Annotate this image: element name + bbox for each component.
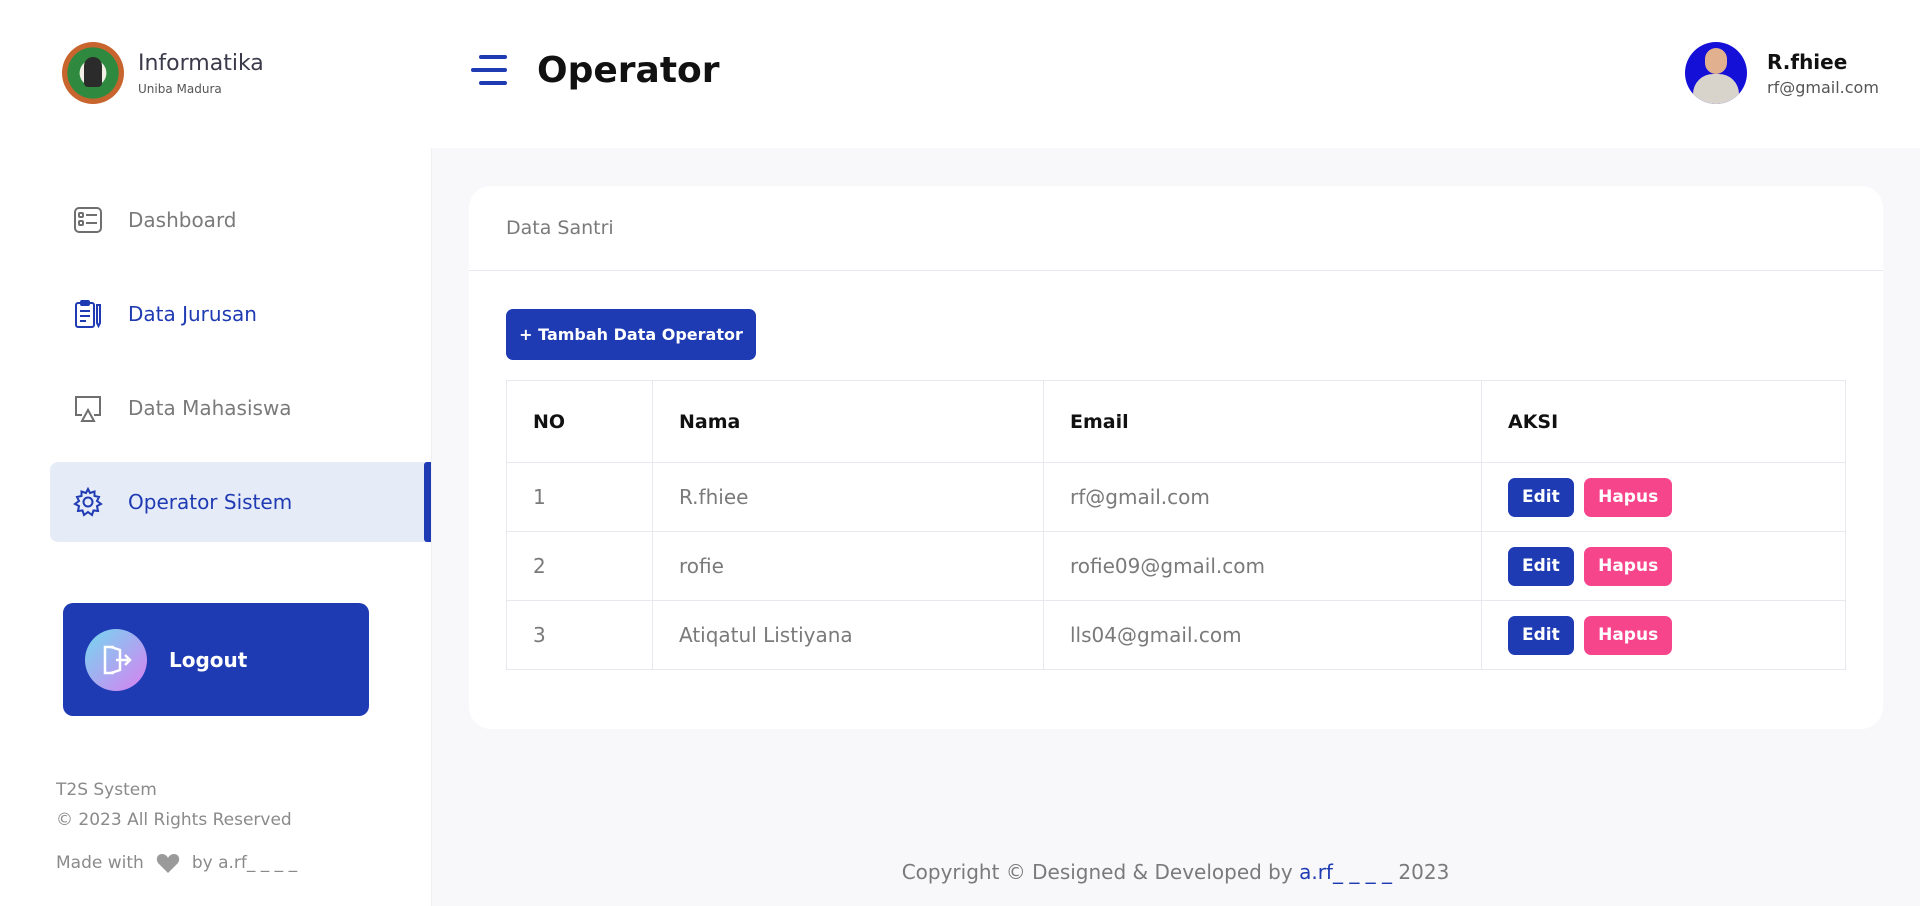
sidebar-menu: Dashboard Data Jurusan Data Mahasiswa Op…	[50, 180, 431, 556]
logout-button[interactable]: Logout	[63, 603, 369, 716]
avatar	[1685, 42, 1747, 104]
data-card: Data Santri + Tambah Data Operator NO Na…	[469, 186, 1883, 729]
cell-nama: R.fhiee	[652, 462, 1044, 532]
cell-no: 1	[506, 462, 653, 532]
user-profile[interactable]: R.fhiee rf@gmail.com	[1685, 42, 1879, 104]
cell-email: rf@gmail.com	[1043, 462, 1482, 532]
made-by: by a.rf_ _ _ _	[191, 853, 298, 873]
user-email: rf@gmail.com	[1767, 77, 1879, 97]
column-header-email: Email	[1043, 380, 1482, 463]
cell-email: rofie09@gmail.com	[1043, 531, 1482, 601]
cell-aksi: Edit Hapus	[1481, 531, 1846, 601]
footer-year: 2023	[1398, 860, 1450, 884]
logout-icon	[85, 628, 147, 691]
monitor-icon	[72, 392, 104, 424]
sidebar: Informatika Uniba Madura Dashboard Data …	[0, 0, 431, 906]
brand[interactable]: Informatika Uniba Madura	[62, 42, 264, 104]
edit-button[interactable]: Edit	[1508, 546, 1574, 586]
clipboard-icon	[72, 298, 104, 330]
sidebar-item-label: Data Mahasiswa	[128, 396, 292, 420]
column-header-aksi: AKSI	[1481, 380, 1846, 463]
add-operator-button[interactable]: + Tambah Data Operator	[506, 309, 756, 360]
table-header-row: NO Nama Email AKSI	[506, 380, 1846, 463]
made-with-label: Made with	[56, 853, 144, 873]
cell-nama: rofie	[652, 531, 1044, 601]
brand-name: Informatika	[138, 50, 264, 76]
dashboard-icon	[72, 204, 104, 236]
sidebar-item-data-jurusan[interactable]: Data Jurusan	[50, 274, 431, 354]
page-title: Operator	[537, 50, 720, 91]
university-logo	[62, 42, 124, 104]
cell-aksi: Edit Hapus	[1481, 600, 1846, 670]
cell-aksi: Edit Hapus	[1481, 462, 1846, 532]
card-title: Data Santri	[469, 186, 1883, 271]
delete-button[interactable]: Hapus	[1584, 615, 1673, 655]
cell-nama: Atiqatul Listiyana	[652, 600, 1044, 670]
hamburger-menu-icon[interactable]	[471, 55, 507, 85]
edit-button[interactable]: Edit	[1508, 477, 1574, 517]
brand-subtitle: Uniba Madura	[138, 81, 222, 96]
heart-icon	[156, 852, 180, 874]
sidebar-item-label: Data Jurusan	[128, 302, 257, 326]
system-name: T2S System	[56, 780, 157, 800]
user-name: R.fhiee	[1767, 49, 1848, 74]
footer-prefix: Copyright © Designed & Developed by	[901, 860, 1293, 884]
edit-button[interactable]: Edit	[1508, 615, 1574, 655]
cell-no: 3	[506, 600, 653, 670]
top-header: Operator R.fhiee rf@gmail.com	[431, 0, 1920, 148]
delete-button[interactable]: Hapus	[1584, 546, 1673, 586]
sidebar-item-operator-sistem[interactable]: Operator Sistem	[50, 462, 431, 542]
column-header-nama: Nama	[652, 380, 1044, 463]
sidebar-footer: T2S System © 2023 All Rights Reserved Ma…	[56, 780, 297, 884]
footer-author-link[interactable]: a.rf_ _ _ _	[1299, 860, 1392, 884]
logout-label: Logout	[169, 647, 248, 672]
table-row: 1 R.fhiee rf@gmail.com Edit Hapus	[506, 462, 1846, 532]
cell-email: lls04@gmail.com	[1043, 600, 1482, 670]
made-with: Made with by a.rf_ _ _ _	[56, 852, 297, 874]
sidebar-item-dashboard[interactable]: Dashboard	[50, 180, 431, 260]
column-header-no: NO	[506, 380, 653, 463]
cell-no: 2	[506, 531, 653, 601]
sidebar-item-data-mahasiswa[interactable]: Data Mahasiswa	[50, 368, 431, 448]
sidebar-item-label: Operator Sistem	[128, 490, 293, 514]
sidebar-item-label: Dashboard	[128, 208, 237, 232]
table-row: 2 rofie rofie09@gmail.com Edit Hapus	[506, 531, 1846, 601]
table-row: 3 Atiqatul Listiyana lls04@gmail.com Edi…	[506, 600, 1846, 670]
operator-table: NO Nama Email AKSI 1 R.fhiee rf@gmail.co…	[506, 380, 1846, 670]
gear-icon	[72, 486, 104, 518]
copyright-text: © 2023 All Rights Reserved	[56, 810, 292, 830]
page-footer: Copyright © Designed & Developed by a.rf…	[431, 860, 1920, 884]
delete-button[interactable]: Hapus	[1584, 477, 1673, 517]
